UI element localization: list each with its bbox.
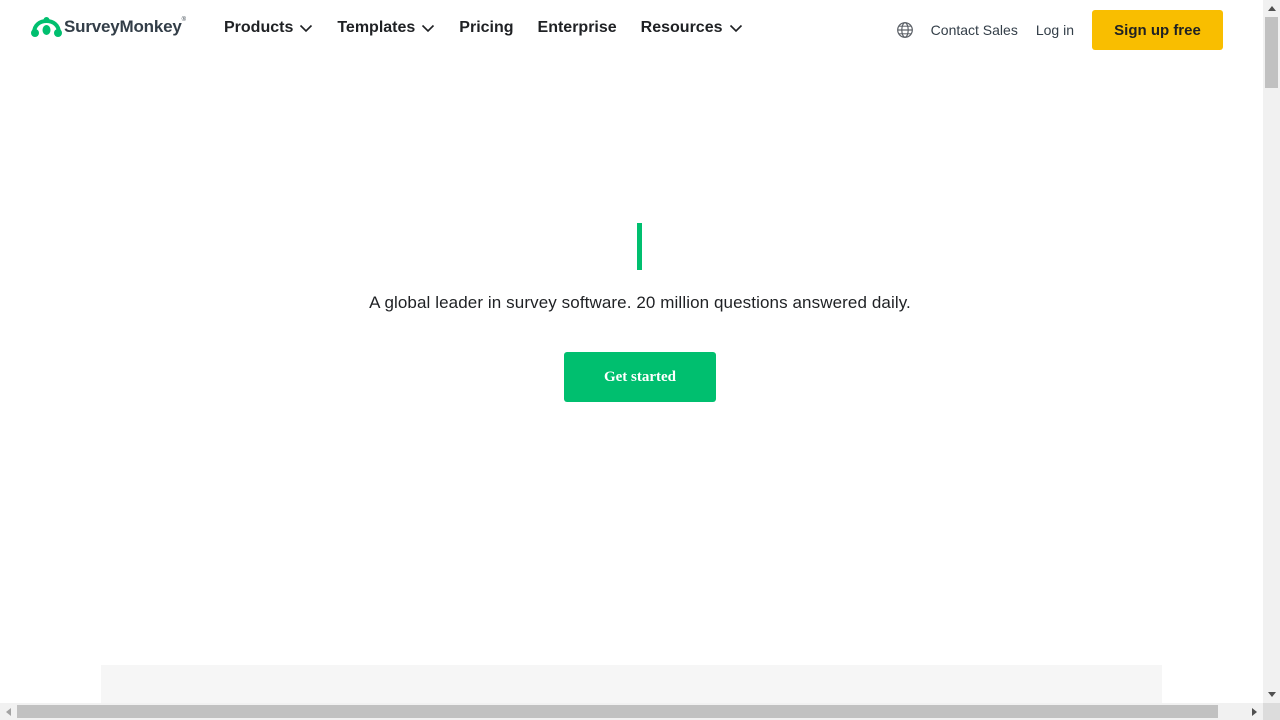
scroll-down-arrow-icon[interactable] — [1263, 686, 1280, 703]
logo-registered-mark: ® — [181, 17, 187, 23]
scroll-left-arrow-icon[interactable] — [0, 703, 17, 720]
get-started-button[interactable]: Get started — [564, 352, 716, 402]
nav-resources-label: Resources — [640, 19, 723, 36]
page-viewport: SurveyMonkey ® Products Templates Pricin… — [0, 0, 1263, 703]
horizontal-scroll-thumb[interactable] — [17, 705, 1218, 718]
log-in-link[interactable]: Log in — [1036, 22, 1074, 38]
sign-up-free-button[interactable]: Sign up free — [1092, 10, 1223, 50]
nav-enterprise[interactable]: Enterprise — [538, 19, 617, 37]
main-nav: Products Templates Pricing Enterprise Re… — [224, 16, 767, 40]
nav-pricing[interactable]: Pricing — [459, 19, 513, 37]
nav-products-label: Products — [224, 19, 294, 36]
next-section-panel — [101, 665, 1162, 703]
surveymonkey-logo-icon — [31, 17, 62, 37]
nav-products[interactable]: Products — [224, 19, 313, 37]
vertical-scroll-thumb[interactable] — [1265, 17, 1278, 88]
site-header: SurveyMonkey ® Products Templates Pricin… — [0, 0, 1263, 60]
nav-templates[interactable]: Templates — [337, 19, 435, 37]
chevron-down-icon — [729, 24, 742, 33]
scroll-right-arrow-icon[interactable] — [1246, 703, 1263, 720]
logo-wordmark: SurveyMonkey — [64, 17, 182, 36]
scrollbar-corner — [1263, 703, 1280, 720]
chevron-down-icon — [300, 24, 313, 33]
vertical-scrollbar[interactable] — [1263, 0, 1280, 703]
globe-icon[interactable] — [896, 21, 914, 39]
nav-pricing-label: Pricing — [459, 19, 514, 36]
nav-enterprise-label: Enterprise — [537, 19, 617, 36]
header-actions: Contact Sales Log in Sign up free — [896, 10, 1223, 50]
nav-templates-label: Templates — [337, 19, 416, 36]
nav-resources[interactable]: Resources — [641, 19, 743, 37]
scroll-up-arrow-icon[interactable] — [1263, 0, 1280, 17]
contact-sales-link[interactable]: Contact Sales — [931, 22, 1018, 38]
surveymonkey-logo[interactable]: SurveyMonkey ® — [31, 14, 186, 40]
hero-tagline: A global leader in survey software. 20 m… — [369, 293, 911, 312]
typing-cursor — [637, 223, 642, 270]
chevron-down-icon — [422, 24, 435, 33]
horizontal-scrollbar[interactable] — [0, 703, 1263, 720]
